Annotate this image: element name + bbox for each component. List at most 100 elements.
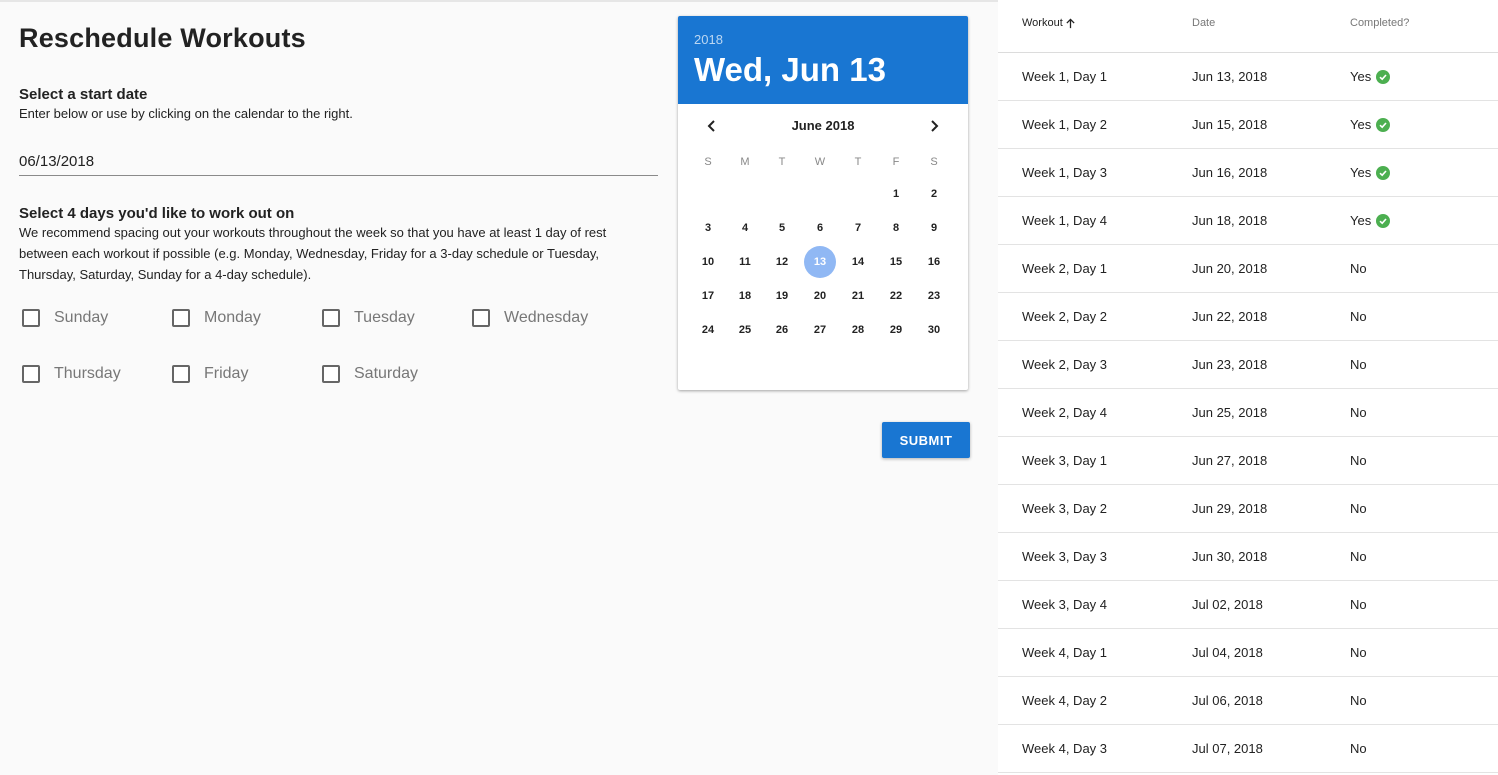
check-circle-icon	[1376, 165, 1391, 180]
calendar-day[interactable]: 16	[918, 246, 950, 278]
date-cell: Jul 02, 2018	[1192, 597, 1263, 612]
start-date-input[interactable]	[19, 147, 658, 176]
table-header: Workout Date Completed?	[998, 0, 1498, 53]
next-month-button[interactable]	[922, 114, 946, 138]
column-header-date[interactable]: Date	[1192, 17, 1215, 29]
days-heading: Select 4 days you'd like to work out on	[19, 205, 295, 222]
calendar-day[interactable]: 3	[692, 212, 724, 244]
checkbox-box[interactable]	[322, 309, 340, 327]
calendar-day[interactable]: 15	[880, 246, 912, 278]
calendar-day[interactable]: 23	[918, 280, 950, 312]
calendar-day[interactable]: 12	[766, 246, 798, 278]
checkbox-monday[interactable]: Monday	[169, 306, 261, 330]
completed-text: No	[1350, 645, 1367, 660]
table-row[interactable]: Week 3, Day 3 Jun 30, 2018 No	[998, 533, 1498, 581]
checkbox-thursday[interactable]: Thursday	[19, 362, 121, 386]
checkbox-saturday[interactable]: Saturday	[319, 362, 418, 386]
table-row[interactable]: Week 2, Day 4 Jun 25, 2018 No	[998, 389, 1498, 437]
table-row[interactable]: Week 1, Day 1 Jun 13, 2018 Yes	[998, 53, 1498, 101]
calendar-day[interactable]: 17	[692, 280, 724, 312]
chevron-right-icon	[931, 120, 939, 132]
calendar-day[interactable]: 21	[842, 280, 874, 312]
completed-text: No	[1350, 741, 1367, 756]
submit-button[interactable]: SUBMIT	[882, 422, 970, 458]
completed-cell: No	[1350, 741, 1367, 756]
table-row[interactable]: Week 4, Day 1 Jul 04, 2018 No	[998, 629, 1498, 677]
check-circle-icon	[1376, 69, 1391, 84]
calendar-day[interactable]: 20	[804, 280, 836, 312]
calendar-day[interactable]: 11	[729, 246, 761, 278]
date-cell: Jun 18, 2018	[1192, 213, 1268, 228]
table-row[interactable]: Week 1, Day 4 Jun 18, 2018 Yes	[998, 197, 1498, 245]
table-row[interactable]: Week 2, Day 1 Jun 20, 2018 No	[998, 245, 1498, 293]
workout-cell: Week 2, Day 1	[1022, 261, 1108, 276]
calendar-day[interactable]: 26	[766, 314, 798, 346]
checkbox-box[interactable]	[172, 309, 190, 327]
checkbox-friday[interactable]: Friday	[169, 362, 248, 386]
checkbox-box[interactable]	[22, 309, 40, 327]
checkbox-box[interactable]	[172, 365, 190, 383]
calendar-day[interactable]: 22	[880, 280, 912, 312]
calendar-day[interactable]: 29	[880, 314, 912, 346]
calendar-day[interactable]: 4	[729, 212, 761, 244]
table-row[interactable]: Week 4, Day 3 Jul 07, 2018 No	[998, 725, 1498, 773]
checkbox-box[interactable]	[472, 309, 490, 327]
calendar-day[interactable]: 24	[692, 314, 724, 346]
calendar-day[interactable]: 14	[842, 246, 874, 278]
completed-text: No	[1350, 501, 1367, 516]
column-header-completed[interactable]: Completed?	[1350, 17, 1409, 29]
checkbox-box[interactable]	[322, 365, 340, 383]
calendar-day[interactable]: 7	[842, 212, 874, 244]
completed-text: No	[1350, 549, 1367, 564]
calendar-day[interactable]: 2	[918, 178, 950, 210]
weekday-header-row: SMTWTFS	[678, 150, 968, 178]
table-row[interactable]: Week 3, Day 2 Jun 29, 2018 No	[998, 485, 1498, 533]
days-helper-line-3: Thursday, Saturday, Sunday for a 4-day s…	[19, 267, 312, 282]
days-helper-line-1: We recommend spacing out your workouts t…	[19, 225, 607, 240]
column-header-workout[interactable]: Workout	[1022, 17, 1076, 29]
calendar-day[interactable]: 5	[766, 212, 798, 244]
date-picker-year[interactable]: 2018	[694, 32, 952, 48]
table-row[interactable]: Week 1, Day 3 Jun 16, 2018 Yes	[998, 149, 1498, 197]
completed-cell: No	[1350, 357, 1367, 372]
workout-cell: Week 2, Day 4	[1022, 405, 1108, 420]
calendar-day[interactable]: 27	[804, 314, 836, 346]
checkbox-sunday[interactable]: Sunday	[19, 306, 108, 330]
checkbox-label: Sunday	[54, 309, 109, 326]
month-navigation: June 2018	[678, 104, 968, 150]
calendar-day[interactable]: 10	[692, 246, 724, 278]
calendar-day[interactable]: 19	[766, 280, 798, 312]
calendar-day[interactable]: 8	[880, 212, 912, 244]
weekday-label: M	[740, 156, 750, 168]
completed-text: No	[1350, 453, 1367, 468]
workout-cell: Week 3, Day 4	[1022, 597, 1108, 612]
calendar-day[interactable]: 6	[804, 212, 836, 244]
calendar-day[interactable]: 28	[842, 314, 874, 346]
table-row[interactable]: Week 2, Day 2 Jun 22, 2018 No	[998, 293, 1498, 341]
checkbox-wednesday[interactable]: Wednesday	[469, 306, 588, 330]
arrow-up-icon	[1066, 17, 1075, 28]
table-row[interactable]: Week 4, Day 2 Jul 06, 2018 No	[998, 677, 1498, 725]
table-row[interactable]: Week 1, Day 2 Jun 15, 2018 Yes	[998, 101, 1498, 149]
calendar-day[interactable]: 30	[918, 314, 950, 346]
checkbox-box[interactable]	[22, 365, 40, 383]
workout-cell: Week 2, Day 2	[1022, 309, 1108, 324]
date-cell: Jun 29, 2018	[1192, 501, 1268, 516]
table-row[interactable]: Week 3, Day 4 Jul 02, 2018 No	[998, 581, 1498, 629]
date-cell: Jun 30, 2018	[1192, 549, 1268, 564]
weekday-label: F	[892, 156, 900, 168]
workout-cell: Week 1, Day 1	[1022, 69, 1108, 84]
workout-cell: Week 1, Day 4	[1022, 213, 1108, 228]
calendar-day[interactable]: 1	[880, 178, 912, 210]
checkbox-tuesday[interactable]: Tuesday	[319, 306, 415, 330]
calendar-day[interactable]: 25	[729, 314, 761, 346]
date-cell: Jun 16, 2018	[1192, 165, 1268, 180]
table-row[interactable]: Week 3, Day 1 Jun 27, 2018 No	[998, 437, 1498, 485]
table-row[interactable]: Week 2, Day 3 Jun 23, 2018 No	[998, 341, 1498, 389]
calendar-day[interactable]: 9	[918, 212, 950, 244]
calendar-day-selected[interactable]: 13	[804, 246, 836, 278]
completed-text: No	[1350, 357, 1367, 372]
workout-cell: Week 3, Day 2	[1022, 501, 1108, 516]
date-cell: Jul 04, 2018	[1192, 645, 1263, 660]
calendar-day[interactable]: 18	[729, 280, 761, 312]
